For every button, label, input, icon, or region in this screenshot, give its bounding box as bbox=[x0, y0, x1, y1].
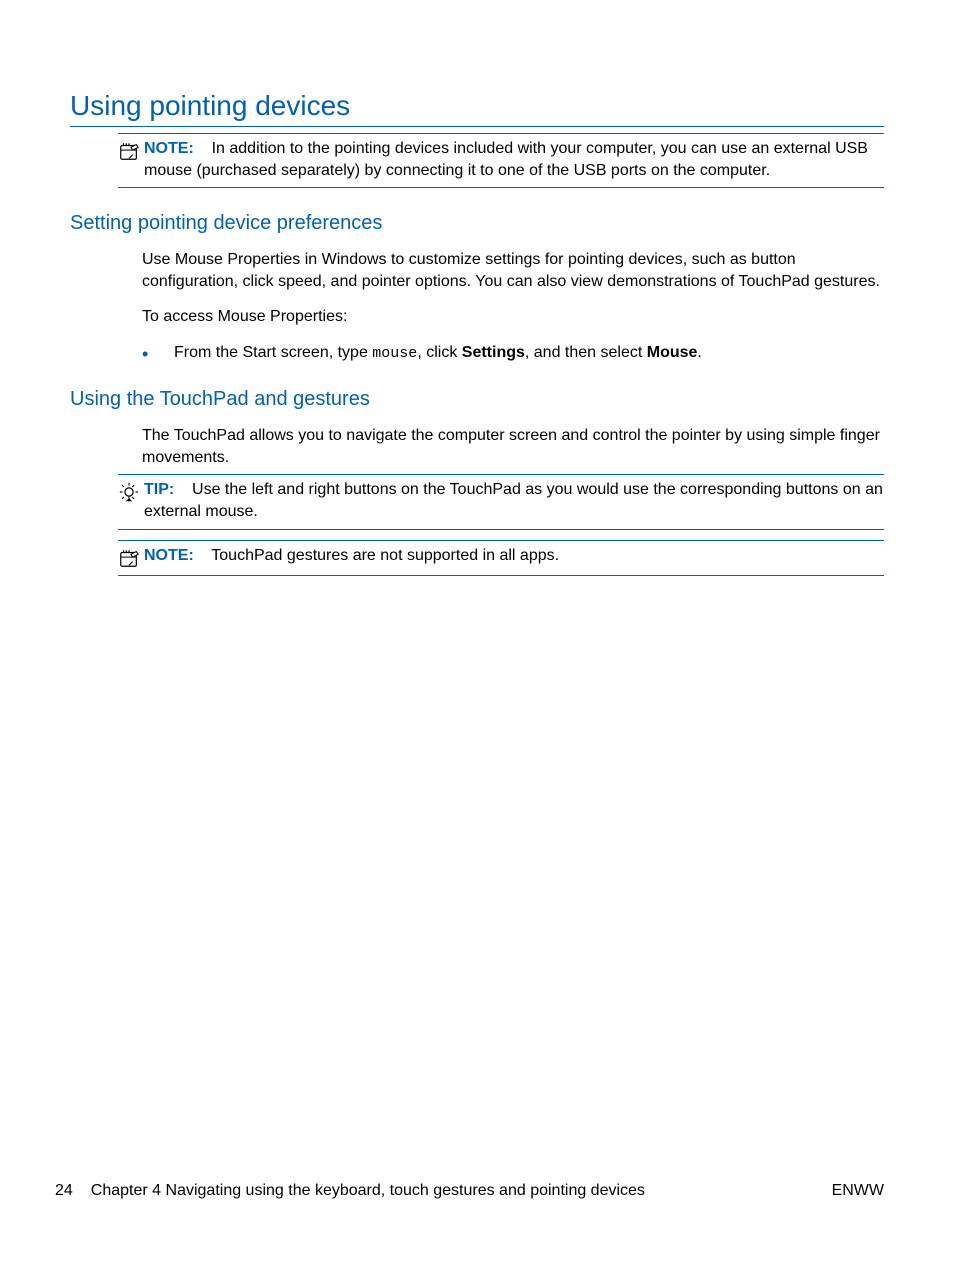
note-icon bbox=[118, 140, 140, 162]
mono-mouse: mouse bbox=[372, 345, 417, 362]
tip-icon bbox=[118, 481, 140, 503]
tip-touchpad-buttons: TIP: Use the left and right buttons on t… bbox=[118, 474, 884, 529]
heading-using-touchpad: Using the TouchPad and gestures bbox=[70, 388, 884, 411]
note-label: NOTE: bbox=[144, 140, 194, 157]
bullet-list: From the Start screen, type mouse, click… bbox=[142, 342, 884, 364]
tip-label: TIP: bbox=[144, 481, 174, 498]
paragraph-mouse-properties: Use Mouse Properties in Windows to custo… bbox=[142, 249, 884, 292]
note-body: NOTE: In addition to the pointing device… bbox=[144, 138, 884, 181]
document-page: Using pointing devices NOTE: In addition… bbox=[0, 0, 954, 1270]
page-number: 24 bbox=[55, 1182, 73, 1200]
note-label-2: NOTE: bbox=[144, 547, 194, 564]
bold-mouse: Mouse bbox=[647, 344, 698, 361]
note-external-mouse: NOTE: In addition to the pointing device… bbox=[118, 133, 884, 188]
tip-text: Use the left and right buttons on the To… bbox=[144, 481, 883, 520]
note-body-2: NOTE: TouchPad gestures are not supporte… bbox=[144, 545, 559, 567]
heading-using-pointing-devices: Using pointing devices bbox=[70, 90, 884, 127]
footer-lang: ENWW bbox=[832, 1182, 884, 1200]
note-icon bbox=[118, 547, 140, 569]
paragraph-access-mouse-properties: To access Mouse Properties: bbox=[142, 306, 884, 328]
note-text: In addition to the pointing devices incl… bbox=[144, 140, 868, 179]
paragraph-touchpad-navigate: The TouchPad allows you to navigate the … bbox=[142, 425, 884, 468]
note-touchpad-gestures: NOTE: TouchPad gestures are not supporte… bbox=[118, 540, 884, 576]
page-footer: 24 Chapter 4 Navigating using the keyboa… bbox=[55, 1182, 884, 1200]
bullet-item-start-screen: From the Start screen, type mouse, click… bbox=[142, 342, 884, 364]
note-text-2: TouchPad gestures are not supported in a… bbox=[211, 547, 559, 564]
heading-setting-preferences: Setting pointing device preferences bbox=[70, 212, 884, 235]
bold-settings: Settings bbox=[462, 344, 525, 361]
tip-body: TIP: Use the left and right buttons on t… bbox=[144, 479, 884, 522]
chapter-title: Chapter 4 Navigating using the keyboard,… bbox=[91, 1182, 645, 1200]
